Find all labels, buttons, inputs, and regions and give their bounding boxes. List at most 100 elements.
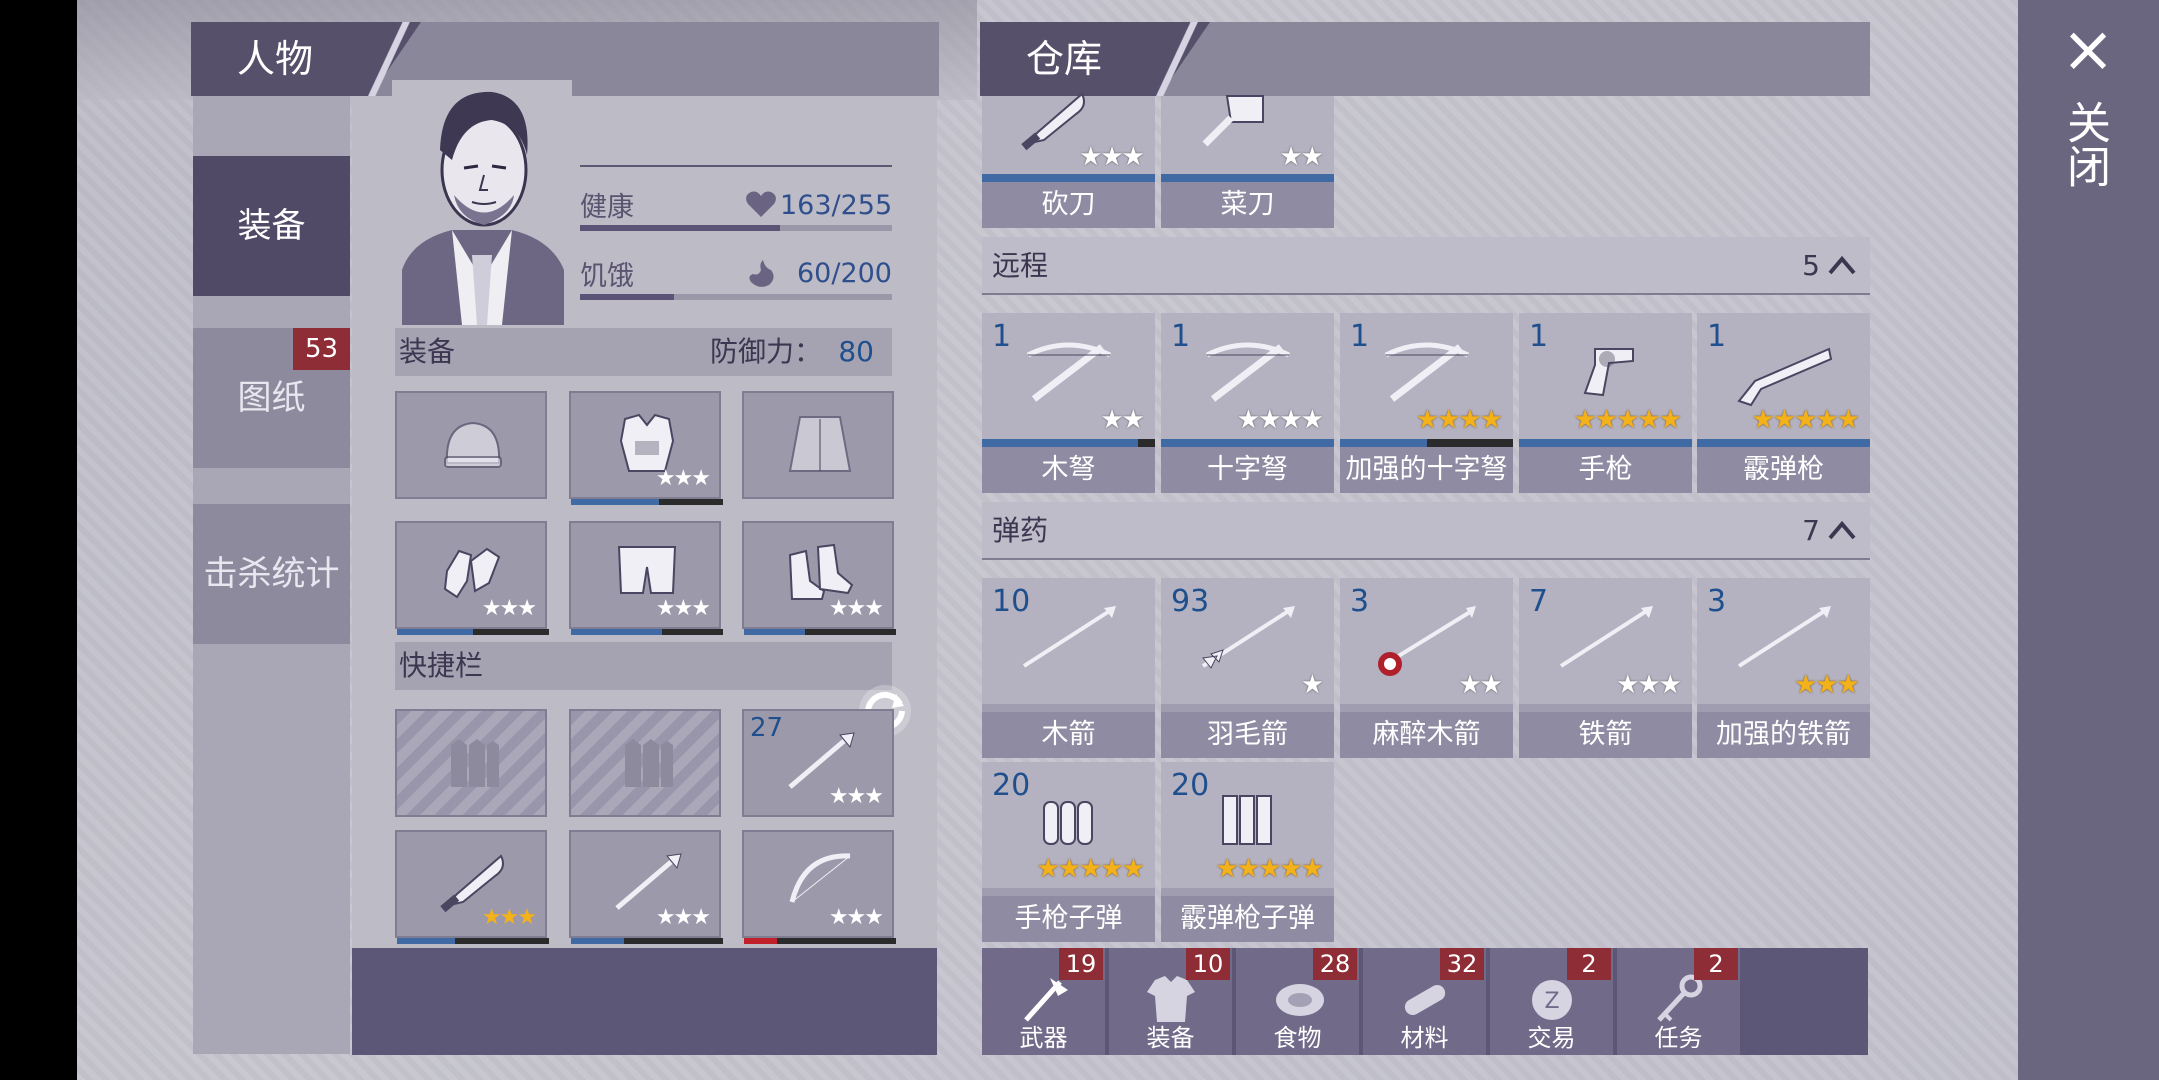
item-name: 手枪 <box>1519 447 1692 493</box>
feather-arrow-icon <box>1201 606 1295 669</box>
quickbar-section-header: 快捷栏 <box>395 642 892 690</box>
durability-bar <box>571 499 723 505</box>
rarity-stars: ★ <box>1300 670 1324 700</box>
item-count: 7 <box>1529 584 1549 619</box>
warehouse-item[interactable]: 1 ★★★★ 加强的十字弩 <box>1340 313 1513 493</box>
quickbar-title: 快捷栏 <box>399 649 484 682</box>
tab-count-badge: 10 <box>1186 948 1230 980</box>
empty-slot-icon <box>625 739 673 787</box>
warehouse-item[interactable]: 93 ★ 羽毛箭 <box>1161 578 1334 758</box>
equipment-slot[interactable]: ★★★ <box>742 830 896 944</box>
durability-bar <box>744 629 896 635</box>
crossbow-icon <box>1205 342 1291 402</box>
ammo-section-header[interactable]: 弹药 7 <box>982 502 1870 560</box>
axe-icon <box>1024 978 1068 1022</box>
tab-count-badge: 32 <box>1440 948 1484 980</box>
rarity-stars: ★★★ <box>655 596 711 621</box>
equipment-slot[interactable]: ★★★ <box>395 521 549 635</box>
durability-bar <box>1697 439 1870 447</box>
health-label: 健康 <box>580 192 634 223</box>
warehouse-item[interactable]: 20 ★★★★★ 霰弹枪子弹 <box>1161 762 1334 942</box>
character-portrait <box>392 80 572 325</box>
rarity-stars: ★★★★★ <box>1751 405 1860 435</box>
category-tab[interactable]: 28 食物 <box>1236 948 1361 1055</box>
rarity-stars: ★★★★★ <box>1573 405 1682 435</box>
ranged-section-title: 远程 <box>992 249 1049 282</box>
chevron-up-icon[interactable] <box>1828 251 1856 279</box>
warehouse-item[interactable]: 1 ★★★★★ 霰弹枪 <box>1697 313 1870 493</box>
rarity-stars: ★★★ <box>1794 670 1860 700</box>
category-tab[interactable]: 2 任务 <box>1617 948 1742 1055</box>
equipment-slot[interactable]: ★★★ <box>569 830 723 944</box>
item-name: 霰弹枪 <box>1697 447 1870 493</box>
item-name: 木弩 <box>982 447 1155 493</box>
equipment-slot[interactable] <box>395 391 547 499</box>
category-tab[interactable]: 19 武器 <box>982 948 1107 1055</box>
warehouse-category-tabs: 19 武器 10 装备 28 食物 32 材料 Z 2 交易 2 任务 <box>982 948 1868 1055</box>
durability-bar <box>571 629 723 635</box>
ammo-section-title: 弹药 <box>992 514 1049 547</box>
tab-label: 武器 <box>1019 1024 1068 1052</box>
item-name: 十字弩 <box>1161 447 1334 493</box>
tab-count-badge: 28 <box>1313 948 1357 980</box>
crossbow-icon <box>1384 342 1470 402</box>
equipment-slot[interactable]: 27 ★★★ <box>742 709 894 817</box>
hunger-label: 饥饿 <box>580 261 634 292</box>
warehouse-item[interactable]: 1 ★★ 木弩 <box>982 313 1155 493</box>
warehouse-item[interactable]: 3 ★★ 麻醉木箭 <box>1340 578 1513 758</box>
bullets-icon <box>1043 801 1093 845</box>
durability-bar <box>1161 174 1334 182</box>
meat-icon <box>1276 984 1324 1016</box>
durability-bar <box>397 629 549 635</box>
category-tab[interactable]: 10 装备 <box>1109 948 1234 1055</box>
item-name: 木箭 <box>982 712 1155 758</box>
equipment-slot[interactable] <box>569 709 721 817</box>
arrow-icon <box>1737 606 1831 668</box>
rarity-stars: ★★★★ <box>1415 405 1503 435</box>
shirt-icon <box>1147 976 1195 1022</box>
svg-text:Z: Z <box>1544 989 1559 1014</box>
durability-bar <box>1519 439 1692 447</box>
durability-bar <box>744 938 896 944</box>
durability-bar <box>1161 439 1334 447</box>
warehouse-item[interactable]: ★★★ 砍刀 <box>982 92 1155 228</box>
character-panel-footer <box>352 948 937 1055</box>
ranged-section-header[interactable]: 远程 5 <box>982 237 1870 295</box>
nav-equipment-tab[interactable]: 装备 <box>193 156 350 296</box>
rarity-stars: ★★★★★ <box>1215 854 1324 884</box>
equipment-slot[interactable] <box>742 391 894 499</box>
close-icon[interactable]: × <box>2060 18 2116 82</box>
equipment-slot[interactable]: ★★★ <box>569 391 723 505</box>
equipment-slot[interactable] <box>395 709 547 817</box>
item-name: 加强的十字弩 <box>1340 447 1513 493</box>
key-icon <box>1657 974 1703 1022</box>
tab-count-badge: 2 <box>1694 948 1738 980</box>
item-count: 1 <box>992 319 1012 354</box>
equipment-slot[interactable]: ★★★ <box>742 521 896 635</box>
item-name: 加强的铁箭 <box>1697 712 1870 758</box>
stats-divider <box>580 165 892 167</box>
warehouse-item[interactable]: ★★ 菜刀 <box>1161 95 1334 228</box>
tab-label: 交易 <box>1527 1024 1576 1052</box>
rarity-stars: ★★ <box>1458 670 1503 700</box>
warehouse-item[interactable]: 3 ★★★ 加强的铁箭 <box>1697 578 1870 758</box>
rarity-stars: ★★★ <box>828 596 884 621</box>
character-side-nav: 装备 图纸 击杀统计 <box>193 96 350 1054</box>
warehouse-item[interactable]: 1 ★★★★ 十字弩 <box>1161 313 1334 493</box>
warehouse-item[interactable]: 1 ★★★★★ 手枪 <box>1519 313 1692 493</box>
nav-kill-stats-tab[interactable]: 击杀统计 <box>193 504 350 644</box>
item-name: 菜刀 <box>1161 182 1334 228</box>
title-accent <box>1143 22 1213 96</box>
durability-bar <box>397 938 549 944</box>
warehouse-item[interactable]: 7 ★★★ 铁箭 <box>1519 578 1692 758</box>
chevron-up-icon[interactable] <box>1828 516 1856 544</box>
durability-bar <box>982 174 1155 182</box>
category-tab[interactable]: Z 2 交易 <box>1490 948 1615 1055</box>
warehouse-item[interactable]: 20 ★★★★★ 手枪子弹 <box>982 762 1155 942</box>
category-tab[interactable]: 32 材料 <box>1363 948 1488 1055</box>
equipment-slot[interactable]: ★★★ <box>569 521 723 635</box>
close-label[interactable]: 关闭 <box>2059 100 2110 188</box>
tab-count-badge: 2 <box>1567 948 1611 980</box>
equipment-slot[interactable]: ★★★ <box>395 830 549 944</box>
warehouse-item[interactable]: 10 木箭 <box>982 578 1155 758</box>
